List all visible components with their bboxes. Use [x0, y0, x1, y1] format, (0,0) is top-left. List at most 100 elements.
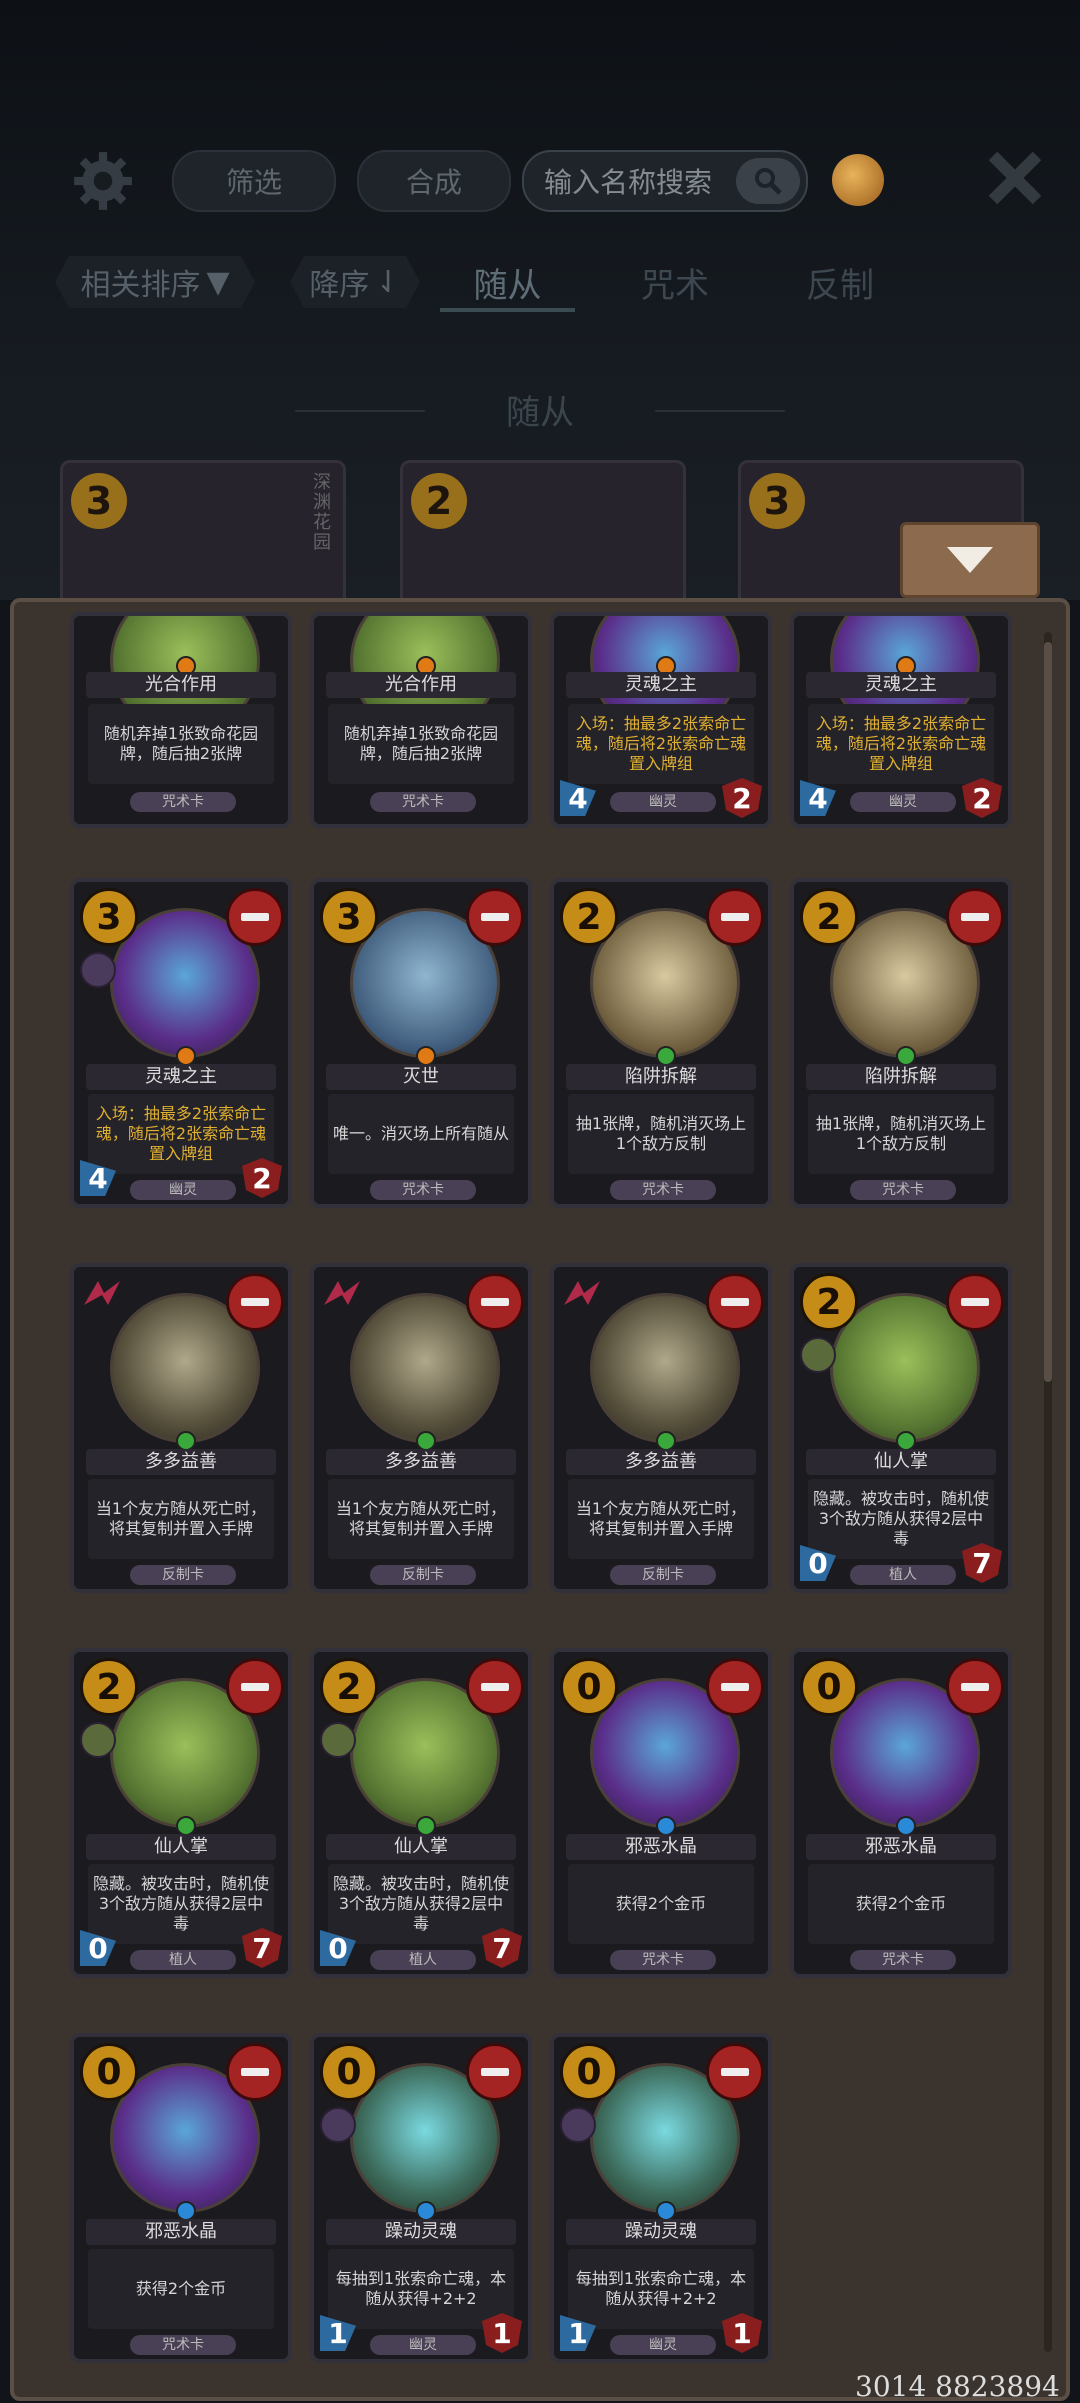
card-gem [416, 1431, 436, 1451]
remove-card-button[interactable] [466, 1658, 524, 1716]
remove-card-button[interactable] [226, 1658, 284, 1716]
order-toggle[interactable]: 降序 ⇃ [290, 256, 420, 308]
card-health: 2 [962, 778, 1002, 818]
deck-card[interactable]: 0 邪恶水晶 获得2个金币 咒术卡 [70, 2033, 292, 2363]
card-attack: 4 [560, 780, 596, 816]
deck-card[interactable]: 0 邪恶水晶 获得2个金币 咒术卡 [550, 1648, 772, 1978]
card-description: 获得2个金币 [568, 1864, 754, 1944]
minus-icon [241, 913, 269, 921]
card-gem [176, 1816, 196, 1836]
tab-spell[interactable]: 咒术 [610, 256, 740, 308]
remove-card-button[interactable] [466, 888, 524, 946]
card-gem [896, 1431, 916, 1451]
collapse-panel-button[interactable] [900, 522, 1040, 598]
card-description: 隐藏。被攻击时，随机使3个敌方随从获得2层中毒 [328, 1864, 514, 1944]
filter-button[interactable]: 筛选 [172, 150, 336, 212]
tribe-icon [560, 2107, 596, 2143]
remove-card-button[interactable] [946, 888, 1004, 946]
settings-gear-icon[interactable] [70, 148, 136, 214]
deck-card[interactable]: 2 仙人掌 隐藏。被攻击时，随机使3个敌方随从获得2层中毒 植人 0 7 [310, 1648, 532, 1978]
deck-panel[interactable]: 光合作用 随机弃掉1张致命花园牌，随后抽2张牌 咒术卡 光合作用 随机弃掉1张致… [10, 598, 1070, 2401]
card-cost: 0 [80, 2043, 138, 2101]
deck-card[interactable]: 3 灭世 唯一。消灭场上所有随从 咒术卡 [310, 878, 532, 1208]
deck-card[interactable]: 光合作用 随机弃掉1张致命花园牌，随后抽2张牌 咒术卡 [310, 612, 532, 828]
card-cost: 3 [80, 888, 138, 946]
card-type: 植人 [850, 1565, 956, 1585]
remove-card-button[interactable] [466, 2043, 524, 2101]
card-name: 光合作用 [86, 672, 276, 698]
minus-icon [961, 1683, 989, 1691]
deck-card[interactable]: 2 仙人掌 隐藏。被攻击时，随机使3个敌方随从获得2层中毒 植人 0 7 [790, 1263, 1012, 1593]
search-icon [755, 168, 782, 195]
minus-icon [961, 913, 989, 921]
triangle-down-icon: ▼ [206, 264, 230, 300]
card-cost: 2 [560, 888, 618, 946]
deck-card[interactable]: 光合作用 随机弃掉1张致命花园牌，随后抽2张牌 咒术卡 [70, 612, 292, 828]
remove-card-button[interactable] [226, 1273, 284, 1331]
remove-card-button[interactable] [706, 2043, 764, 2101]
search-input[interactable] [542, 160, 746, 204]
counter-card-icon [324, 1281, 360, 1305]
remove-card-button[interactable] [946, 1273, 1004, 1331]
card-gem [656, 2201, 676, 2221]
search-button[interactable] [736, 158, 800, 204]
minus-icon [721, 2068, 749, 2076]
minus-icon [481, 2068, 509, 2076]
remove-card-button[interactable] [946, 1658, 1004, 1716]
card-cost: 2 [800, 1273, 858, 1331]
card-description: 获得2个金币 [88, 2249, 274, 2329]
deck-card[interactable]: 0 躁动灵魂 每抽到1张索命亡魂，本随从获得+2+2 幽灵 1 1 [550, 2033, 772, 2363]
minus-icon [241, 1298, 269, 1306]
tribe-icon [320, 2107, 356, 2143]
deck-card[interactable]: 多多益善 当1个友方随从死亡时，将其复制并置入手牌 反制卡 [70, 1263, 292, 1593]
card-cost: 2 [800, 888, 858, 946]
sort-dropdown[interactable]: 相关排序 ▼ [55, 256, 255, 308]
card-health: 7 [242, 1928, 282, 1968]
card-name: 灵魂之主 [566, 672, 756, 698]
scrollbar-thumb[interactable] [1044, 642, 1052, 1382]
remove-card-button[interactable] [226, 888, 284, 946]
deck-card[interactable]: 灵魂之主 入场：抽最多2张索命亡魂，随后将2张索命亡魂置入牌组 幽灵 4 2 [790, 612, 1012, 828]
minus-icon [241, 1683, 269, 1691]
deck-card[interactable]: 3 灵魂之主 入场：抽最多2张索命亡魂，随后将2张索命亡魂置入牌组 幽灵 4 2 [70, 878, 292, 1208]
card-gem [416, 1046, 436, 1066]
tab-minion[interactable]: 随从 [440, 256, 575, 312]
remove-card-button[interactable] [466, 1273, 524, 1331]
coin-icon [832, 154, 884, 206]
remove-card-button[interactable] [226, 2043, 284, 2101]
card-name: 多多益善 [86, 1449, 276, 1475]
card-gem [176, 1046, 196, 1066]
tribe-icon [800, 1337, 836, 1373]
card-name: 多多益善 [326, 1449, 516, 1475]
compose-button[interactable]: 合成 [357, 150, 511, 212]
card-name: 仙人掌 [806, 1449, 996, 1475]
tab-counter[interactable]: 反制 [775, 256, 905, 308]
card-description: 入场：抽最多2张索命亡魂，随后将2张索命亡魂置入牌组 [808, 704, 994, 784]
deck-card[interactable]: 2 仙人掌 隐藏。被攻击时，随机使3个敌方随从获得2层中毒 植人 0 7 [70, 1648, 292, 1978]
card-cost: 3 [71, 473, 127, 529]
close-icon[interactable] [985, 148, 1045, 208]
remove-card-button[interactable] [706, 1273, 764, 1331]
footer-id-text: 3014 8823894 [855, 2370, 1060, 2403]
deck-card[interactable]: 2 陷阱拆解 抽1张牌，随机消灭场上1个敌方反制 咒术卡 [550, 878, 772, 1208]
card-name: 光合作用 [326, 672, 516, 698]
card-health: 7 [482, 1928, 522, 1968]
card-tag: 深渊花园 [313, 472, 331, 553]
deck-card[interactable]: 灵魂之主 入场：抽最多2张索命亡魂，随后将2张索命亡魂置入牌组 幽灵 4 2 [550, 612, 772, 828]
card-gem [416, 1816, 436, 1836]
card-type: 幽灵 [130, 1180, 236, 1200]
deck-card[interactable]: 2 陷阱拆解 抽1张牌，随机消灭场上1个敌方反制 咒术卡 [790, 878, 1012, 1208]
deck-card[interactable]: 0 躁动灵魂 每抽到1张索命亡魂，本随从获得+2+2 幽灵 1 1 [310, 2033, 532, 2363]
deck-card[interactable]: 0 邪恶水晶 获得2个金币 咒术卡 [790, 1648, 1012, 1978]
card-name: 灵魂之主 [86, 1064, 276, 1090]
tab-row: 相关排序 ▼ 降序 ⇃ 随从 咒术 反制 [0, 250, 1080, 320]
card-gem [896, 1046, 916, 1066]
card-type: 幽灵 [850, 792, 956, 812]
card-description: 每抽到1张索命亡魂，本随从获得+2+2 [568, 2249, 754, 2329]
minus-icon [481, 913, 509, 921]
remove-card-button[interactable] [706, 1658, 764, 1716]
deck-card[interactable]: 多多益善 当1个友方随从死亡时，将其复制并置入手牌 反制卡 [550, 1263, 772, 1593]
card-type: 幽灵 [610, 2335, 716, 2355]
deck-card[interactable]: 多多益善 当1个友方随从死亡时，将其复制并置入手牌 反制卡 [310, 1263, 532, 1593]
remove-card-button[interactable] [706, 888, 764, 946]
